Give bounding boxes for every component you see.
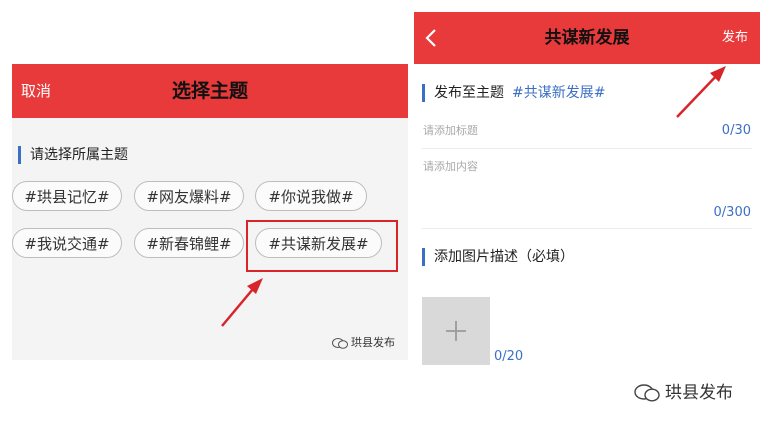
wechat-icon <box>332 337 348 349</box>
watermark: 珙县发布 <box>634 378 733 403</box>
image-section-label: 添加图片描述（必填） <box>422 248 574 266</box>
watermark: 珙县发布 <box>332 334 395 350</box>
topic-select-screen: 取消 选择主题 请选择所属主题 #珙县记忆# #网友爆料# #你说我做# #我说… <box>12 64 408 360</box>
wechat-icon <box>634 384 660 402</box>
topic-select-header: 取消 选择主题 <box>12 64 408 118</box>
plus-icon <box>446 321 466 341</box>
divider <box>422 228 752 229</box>
tag-gongxian-memory[interactable]: #珙县记忆# <box>12 181 122 211</box>
topic-value[interactable]: #共谋新发展# <box>512 85 605 101</box>
page-title: 共谋新发展 <box>544 28 630 48</box>
section-label: 请选择所属主题 <box>18 146 128 164</box>
title-char-count: 0/30 <box>721 123 751 138</box>
watermark-text: 珙县发布 <box>351 336 395 349</box>
topic-row: 发布至主题 #共谋新发展# <box>422 84 605 102</box>
topic-label: 发布至主题 <box>434 85 504 101</box>
tag-netizen-report[interactable]: #网友爆料# <box>134 181 244 211</box>
publish-header: 共谋新发展 发布 <box>414 12 760 64</box>
add-image-button[interactable] <box>422 297 490 365</box>
selected-highlight-box <box>246 220 398 272</box>
content-char-count: 0/300 <box>713 205 751 220</box>
publish-button[interactable]: 发布 <box>722 29 748 47</box>
content-input[interactable]: 请添加内容 <box>423 160 478 174</box>
divider <box>422 148 752 149</box>
tag-you-say-i-do[interactable]: #你说我做# <box>255 181 367 211</box>
page-title: 选择主题 <box>171 80 248 102</box>
watermark-text: 珙县发布 <box>665 383 733 403</box>
tag-new-year-koi[interactable]: #新春锦鲤# <box>134 228 244 258</box>
title-input[interactable]: 请添加标题 <box>423 124 478 138</box>
image-char-count: 0/20 <box>494 349 524 364</box>
tag-traffic[interactable]: #我说交通# <box>12 228 122 258</box>
publish-screen: 共谋新发展 发布 发布至主题 #共谋新发展# 请添加标题 0/30 请添加内容 0… <box>414 12 760 366</box>
